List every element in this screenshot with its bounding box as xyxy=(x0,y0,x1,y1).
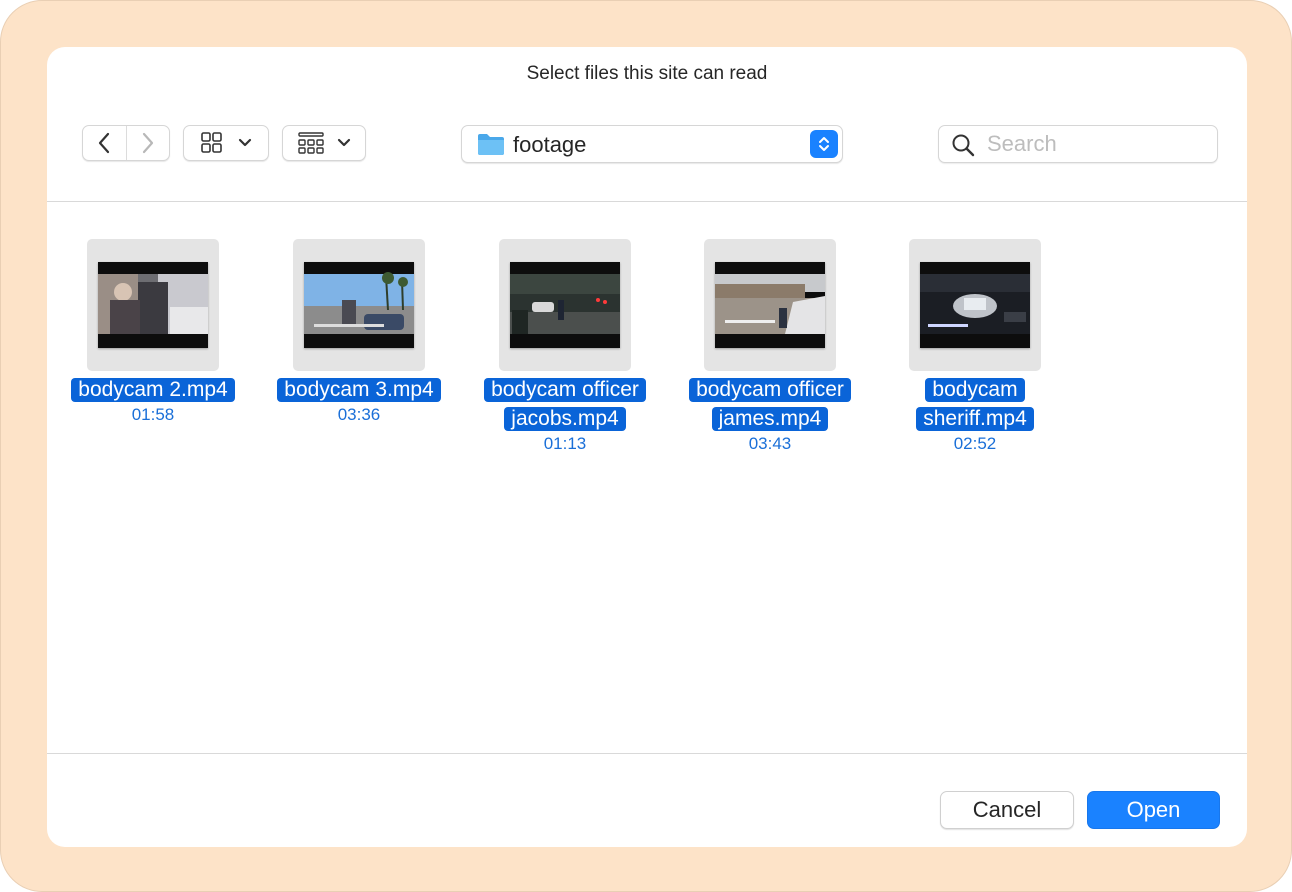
file-duration: 02:52 xyxy=(953,434,997,453)
file-duration: 01:58 xyxy=(131,405,175,424)
group-mode-button[interactable] xyxy=(282,125,366,161)
video-thumbnail xyxy=(920,262,1030,348)
file-name: bodycam 2.mp4 xyxy=(71,375,235,404)
file-duration: 01:13 xyxy=(543,434,587,453)
search-input[interactable] xyxy=(987,130,1207,158)
search-icon xyxy=(952,134,975,157)
video-thumbnail xyxy=(98,262,208,348)
folder-icon xyxy=(478,134,504,155)
grid-view-icon xyxy=(201,132,222,153)
cancel-button[interactable]: Cancel xyxy=(940,791,1074,829)
up-down-chevron-icon xyxy=(819,137,829,151)
file-grid: bodycam 2.mp4 01:58 bodycam 3.mp4 03:36 … xyxy=(47,203,1247,753)
thumbnail-frame xyxy=(909,239,1041,371)
chevron-right-icon xyxy=(142,132,153,154)
video-thumbnail xyxy=(715,262,825,348)
open-button[interactable]: Open xyxy=(1087,791,1220,829)
thumbnail-frame xyxy=(704,239,836,371)
location-label: footage xyxy=(513,132,587,157)
window-frame: Select files this site can read footage … xyxy=(0,0,1292,892)
location-popup[interactable]: footage xyxy=(461,125,843,163)
thumbnail-frame xyxy=(499,239,631,371)
dialog-title: Select files this site can read xyxy=(526,63,768,84)
file-item[interactable]: bodycam 2.mp4 01:58 xyxy=(53,239,253,425)
view-mode-button[interactable] xyxy=(183,125,269,161)
file-item[interactable]: bodycam 3.mp4 03:36 xyxy=(259,239,459,425)
forward-button[interactable] xyxy=(126,126,169,160)
popup-stepper xyxy=(810,130,838,158)
video-thumbnail xyxy=(510,262,620,348)
chevron-left-icon xyxy=(99,132,110,154)
thumbnail-frame xyxy=(87,239,219,371)
file-name: bodycam 3.mp4 xyxy=(277,375,441,404)
search-field[interactable] xyxy=(938,125,1218,163)
file-duration: 03:36 xyxy=(337,405,381,424)
file-name: bodycam sheriff.mp4 xyxy=(875,375,1075,433)
chevron-down-icon xyxy=(238,138,252,147)
file-item[interactable]: bodycam officer james.mp4 03:43 xyxy=(670,239,870,454)
file-item[interactable]: bodycam sheriff.mp4 02:52 xyxy=(875,239,1075,454)
file-duration: 03:43 xyxy=(748,434,792,453)
gallery-group-icon xyxy=(298,132,324,154)
file-name: bodycam officer jacobs.mp4 xyxy=(465,375,665,433)
video-thumbnail xyxy=(304,262,414,348)
thumbnail-frame xyxy=(293,239,425,371)
navigation-buttons xyxy=(82,125,170,161)
toolbar-divider xyxy=(47,201,1247,202)
file-item[interactable]: bodycam officer jacobs.mp4 01:13 xyxy=(465,239,665,454)
back-button[interactable] xyxy=(83,126,126,160)
file-name: bodycam officer james.mp4 xyxy=(670,375,870,433)
file-open-dialog: Select files this site can read footage … xyxy=(47,47,1247,847)
chevron-down-icon xyxy=(337,138,351,147)
footer-divider xyxy=(47,753,1247,754)
